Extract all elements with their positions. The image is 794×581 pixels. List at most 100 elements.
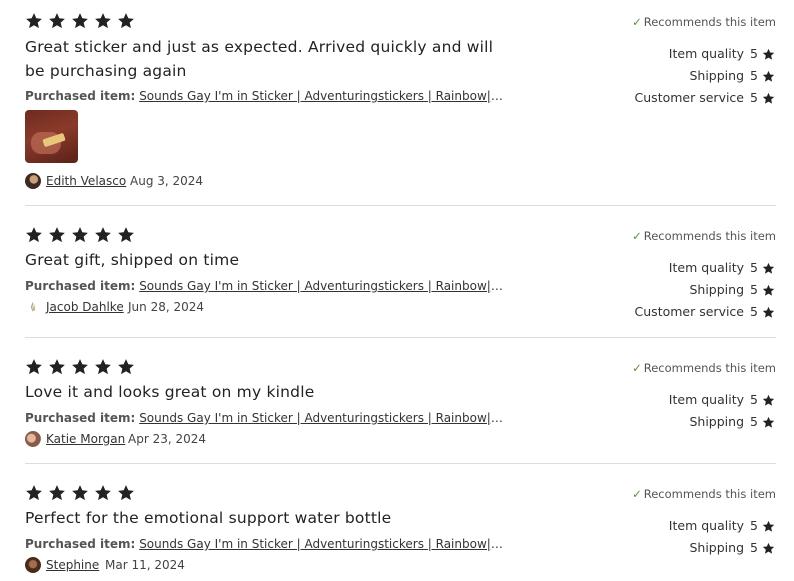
purchased-item-link[interactable]: Sounds Gay I'm in Sticker | Adventurings… [139,536,503,552]
recommends-label: Recommends this item [643,361,776,375]
review-card: Great sticker and just as expected. Arri… [25,12,776,194]
recommends-label: Recommends this item [643,487,776,501]
recommends-badge: ✓ Recommends this item [632,360,776,376]
divider [25,205,776,206]
rating-label: Shipping [689,414,744,429]
star-icon [94,12,112,30]
star-rating [25,358,140,378]
review-card: Great gift, shipped on time Purchased it… [25,226,776,326]
star-icon [48,358,66,376]
purchased-label: Purchased item: [25,411,136,425]
recommends-badge: ✓ Recommends this item [632,14,776,30]
recommends-badge: ✓ Recommends this item [632,486,776,502]
divider [25,463,776,464]
star-icon [25,484,43,502]
review-date: Apr 23, 2024 [128,432,207,446]
review-date: Mar 11, 2024 [105,558,185,572]
purchased-item: Purchased item: Sounds Gay I'm in Sticke… [25,88,503,104]
star-icon [25,12,43,30]
star-icon [762,70,775,83]
rating-label: Shipping [689,68,744,83]
reviewer-name[interactable]: Jacob Dahlke [46,299,124,315]
reviewer-name[interactable]: Stephine [46,557,99,573]
review-photo[interactable] [25,110,78,163]
purchased-label: Purchased item: [25,279,136,293]
star-rating [25,12,140,32]
purchased-item-link[interactable]: Sounds Gay I'm in Sticker | Adventurings… [139,278,503,294]
star-icon [48,226,66,244]
rating-label: Customer service [634,304,744,319]
rating-row-shipping: Shipping 5 [576,411,776,433]
divider [25,337,776,338]
purchased-item-link[interactable]: Sounds Gay I'm in Sticker | Adventurings… [139,88,503,104]
review-card: Love it and looks great on my kindle Pur… [25,358,776,453]
star-icon [94,226,112,244]
purchased-item: Purchased item: Sounds Gay I'm in Sticke… [25,536,503,552]
checkmark-icon: ✓ [632,229,642,243]
rating-label: Shipping [689,540,744,555]
rating-breakdown: Item quality 5 Shipping 5 [576,389,776,433]
star-icon [117,226,135,244]
rating-breakdown: Item quality 5 Shipping 5 [576,515,776,559]
rating-row-shipping: Shipping 5 [576,537,776,559]
star-icon [762,92,775,105]
rating-value: 5 [750,392,758,407]
rating-row-item-quality: Item quality 5 [576,43,776,65]
star-icon [71,12,89,30]
checkmark-icon: ✓ [632,15,642,29]
star-icon [762,416,775,429]
star-icon [762,284,775,297]
reviewer-info: Stephine Mar 11, 2024 [25,557,325,575]
rating-row-customer-service: Customer service 5 [576,87,776,109]
reviewer-name[interactable]: Katie Morgan [46,431,125,447]
reviewer-name[interactable]: Edith Velasco [46,173,126,189]
rating-breakdown: Item quality 5 Shipping 5 Customer servi… [576,43,776,109]
avatar[interactable] [25,431,41,447]
recommends-label: Recommends this item [643,229,776,243]
star-icon [762,542,775,555]
rating-value: 5 [750,260,758,275]
recommends-badge: ✓ Recommends this item [632,228,776,244]
rating-value: 5 [750,518,758,533]
rating-row-item-quality: Item quality 5 [576,257,776,279]
star-icon [117,484,135,502]
reviewer-info: Jacob Dahlke Jun 28, 2024 [25,299,325,317]
avatar[interactable] [25,173,41,189]
rating-row-item-quality: Item quality 5 [576,389,776,411]
star-icon [71,226,89,244]
star-icon [71,358,89,376]
purchased-item: Purchased item: Sounds Gay I'm in Sticke… [25,410,503,426]
review-text: Perfect for the emotional support water … [25,509,392,527]
star-icon [25,358,43,376]
rating-value: 5 [750,540,758,555]
star-icon [762,394,775,407]
checkmark-icon: ✓ [632,361,642,375]
rating-label: Customer service [634,90,744,105]
purchased-item-link[interactable]: Sounds Gay I'm in Sticker | Adventurings… [139,410,503,426]
star-icon [762,520,775,533]
reviewer-info: Katie Morgan Apr 23, 2024 [25,431,325,449]
star-icon [94,484,112,502]
checkmark-icon: ✓ [632,487,642,501]
purchased-label: Purchased item: [25,89,136,103]
star-icon [71,484,89,502]
review-text: Great gift, shipped on time [25,251,240,269]
star-icon [762,48,775,61]
review-text: Great sticker and just as expected. Arri… [25,38,494,80]
purchased-label: Purchased item: [25,537,136,551]
rating-label: Shipping [689,282,744,297]
review-card: Perfect for the emotional support water … [25,484,776,579]
rating-label: Item quality [668,260,744,275]
star-icon [117,358,135,376]
star-rating [25,484,140,504]
rating-value: 5 [750,68,758,83]
star-icon [762,262,775,275]
rating-value: 5 [750,304,758,319]
star-icon [25,226,43,244]
rating-row-shipping: Shipping 5 [576,279,776,301]
review-date: Aug 3, 2024 [130,174,204,188]
rating-value: 5 [750,282,758,297]
avatar[interactable] [25,557,41,573]
rating-value: 5 [750,46,758,61]
avatar[interactable] [25,299,41,315]
